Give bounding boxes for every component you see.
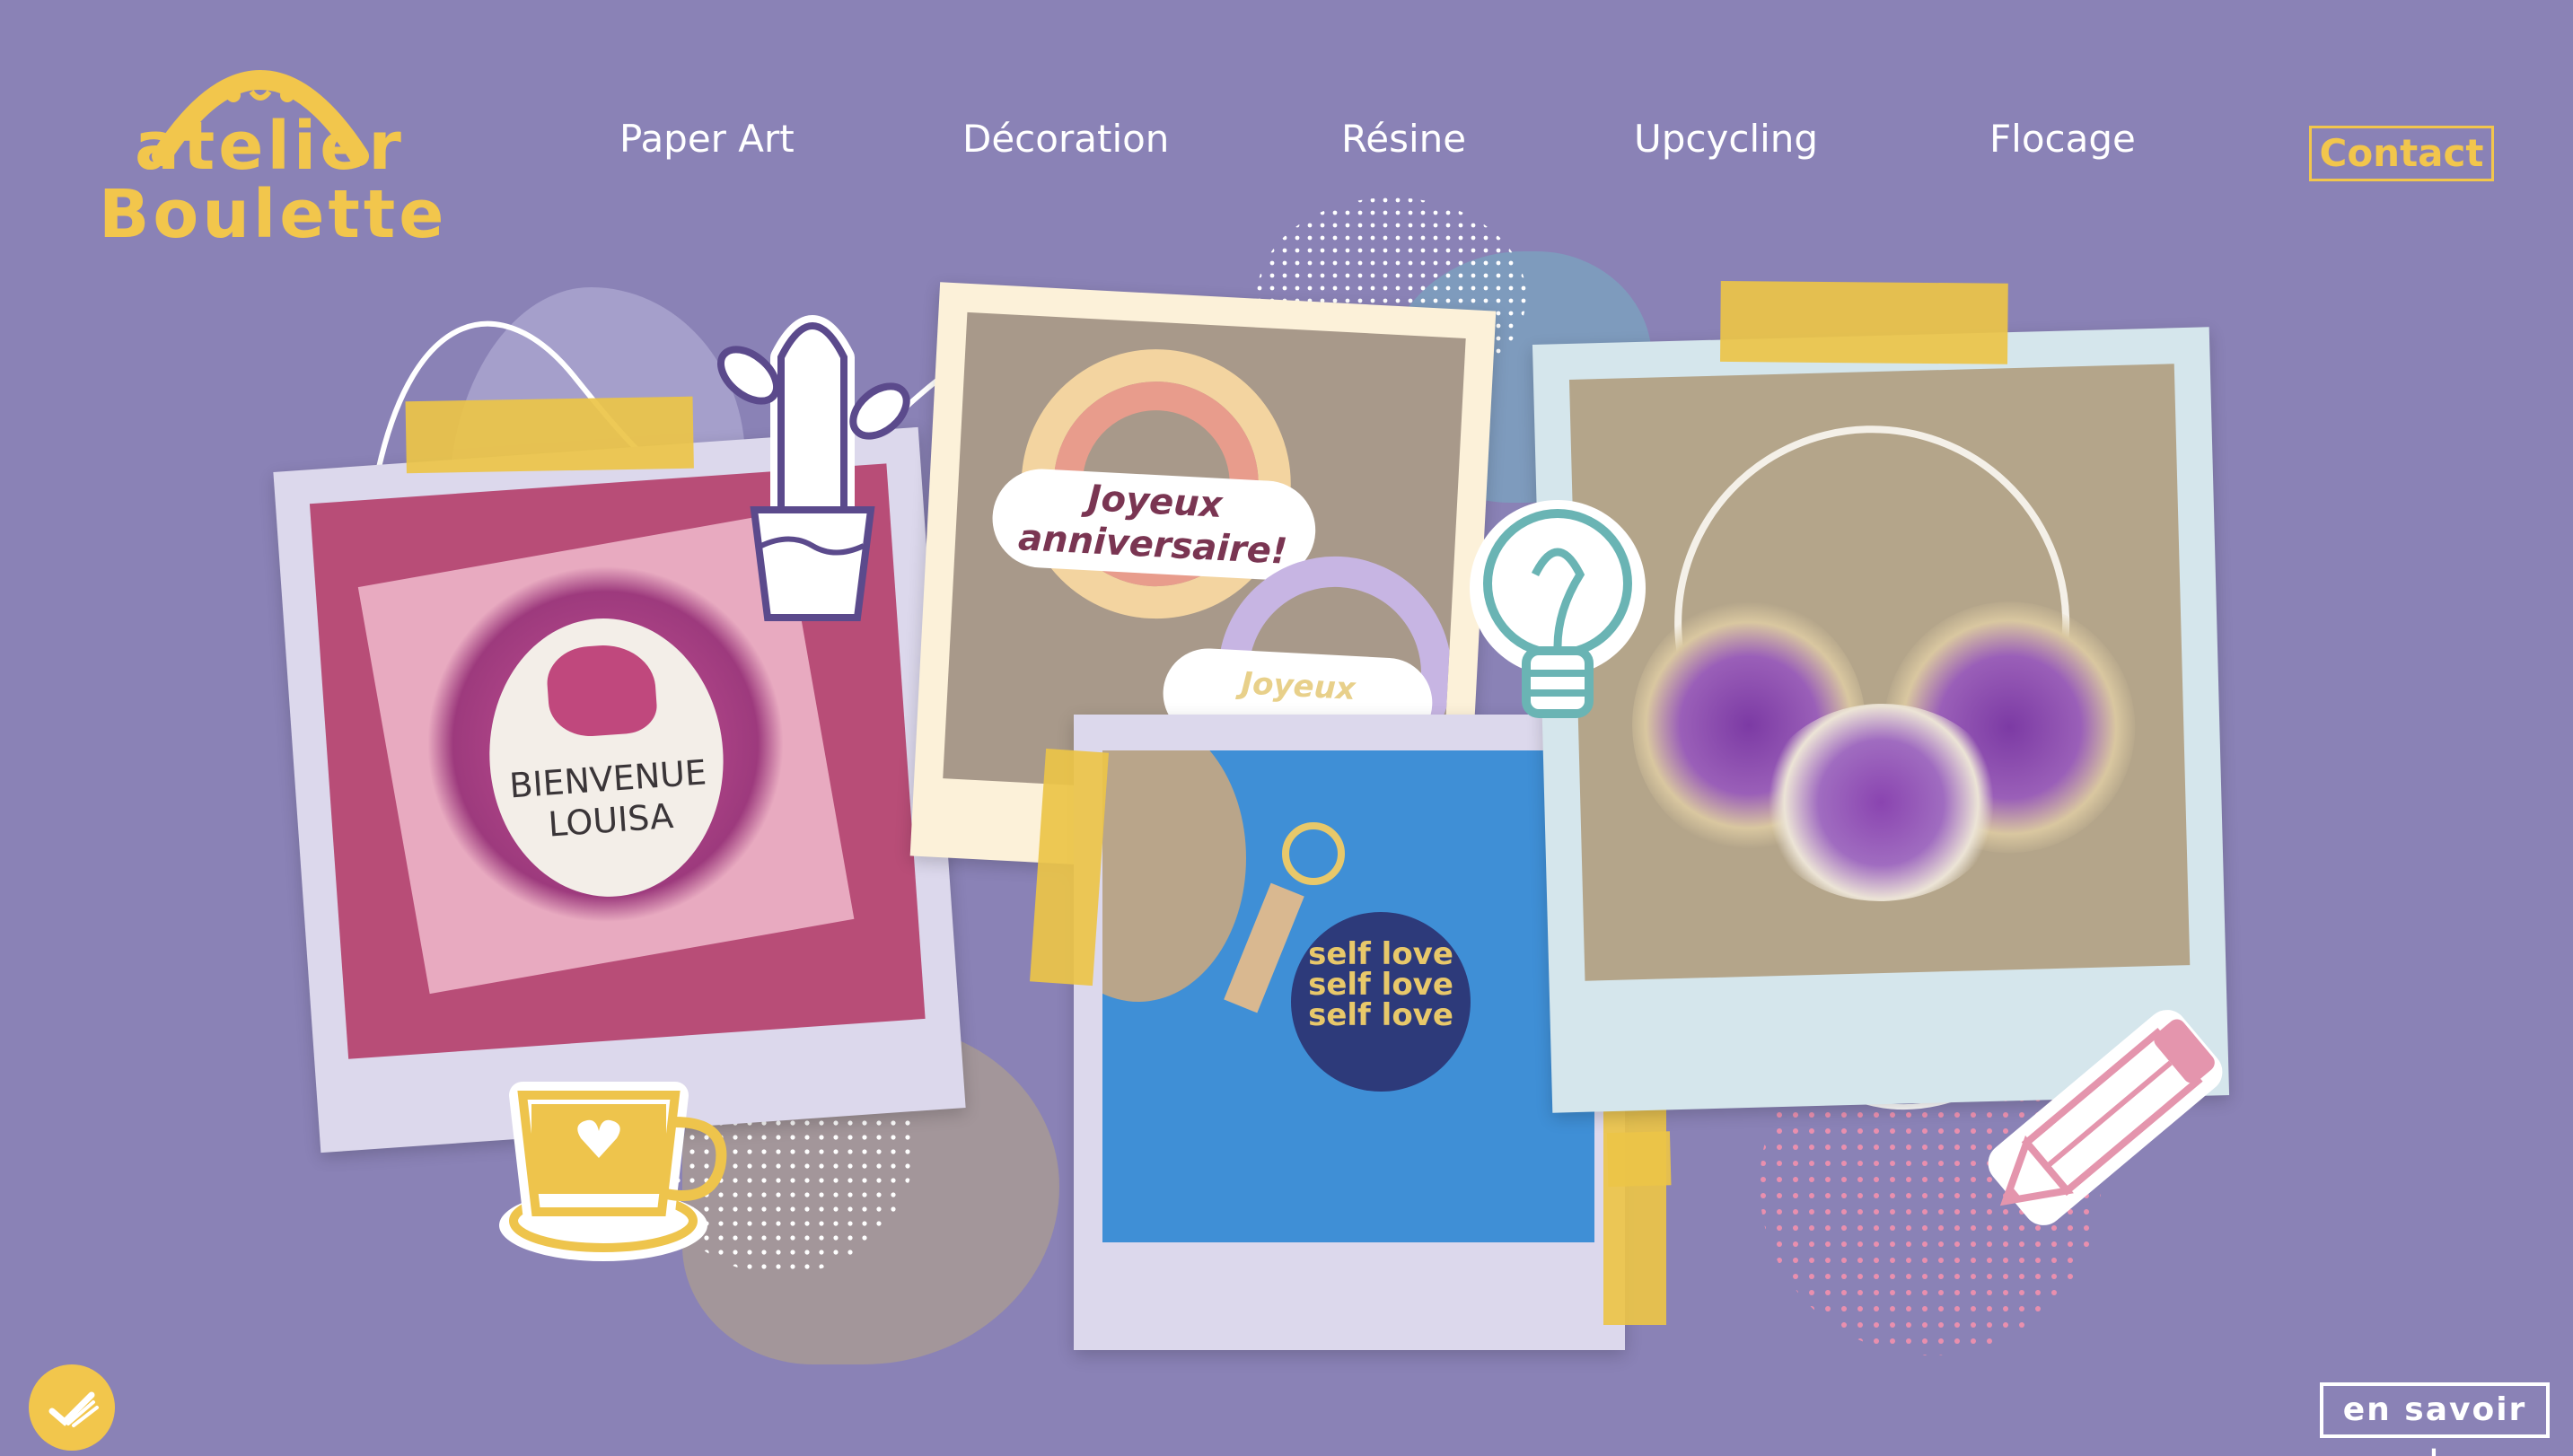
tape-strip	[1720, 280, 2008, 364]
tape-strip	[1606, 1131, 1672, 1188]
lightbulb-icon	[1470, 500, 1646, 718]
keychain-photo: self love self love self love	[1102, 750, 1594, 1242]
key-ring	[1282, 822, 1345, 885]
nav-item-flocage[interactable]: Flocage	[1989, 117, 2136, 161]
en-savoir-plus-button[interactable]: en savoir +	[2320, 1382, 2550, 1456]
check-button[interactable]	[29, 1364, 115, 1451]
landing-page: BIENVENUE LOUISA Joyeux anniversaire! Jo…	[0, 0, 2573, 1456]
cactus-icon	[717, 315, 910, 621]
checkmark-icon	[48, 1391, 99, 1427]
main-nav: Paper Art Décoration Résine Upcycling Fl…	[0, 117, 2573, 189]
pencil-icon	[1988, 1010, 2223, 1225]
tape-strip	[405, 396, 694, 474]
nav-item-upcycling[interactable]: Upcycling	[1634, 117, 1818, 161]
wreath-photo	[1568, 364, 2191, 981]
nav-item-paper-art[interactable]: Paper Art	[619, 117, 795, 161]
coffee-cup-icon	[499, 1082, 727, 1261]
contact-button[interactable]: Contact	[2309, 126, 2494, 181]
twine-ball	[1102, 750, 1246, 1002]
nav-item-resine[interactable]: Résine	[1341, 117, 1466, 161]
nav-item-decoration[interactable]: Décoration	[962, 117, 1169, 161]
photo-polaroid-keychain[interactable]: self love self love self love	[1030, 715, 1666, 1350]
keychain-text: self love self love self love	[1308, 936, 1453, 1033]
